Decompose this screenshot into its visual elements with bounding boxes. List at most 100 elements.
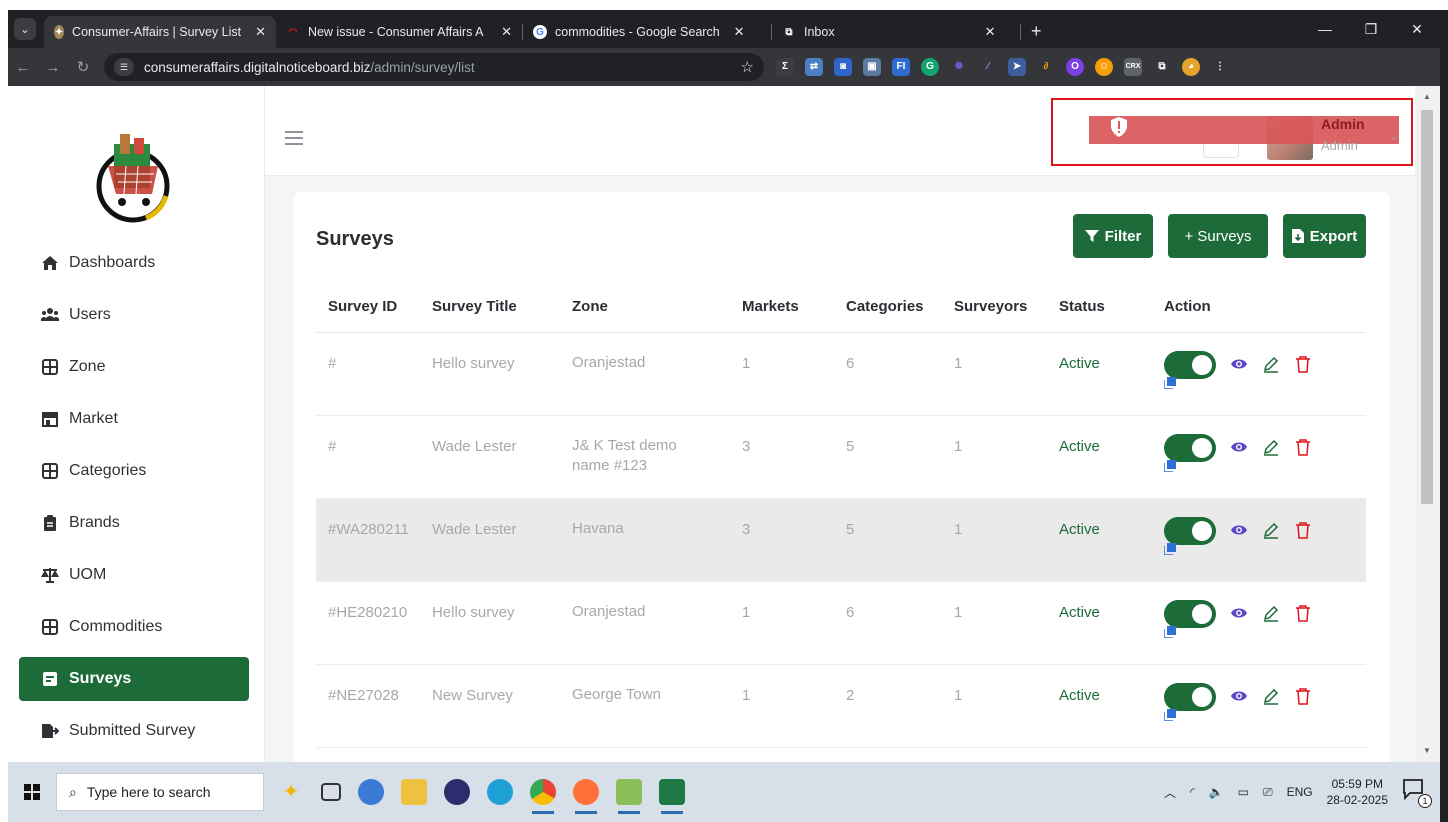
new-tab-icon[interactable]: + xyxy=(1031,21,1042,42)
column-header[interactable]: Survey Title xyxy=(420,282,560,333)
sidebar-item-brands[interactable]: Brands xyxy=(19,501,249,545)
menu-toggle-icon[interactable] xyxy=(285,131,303,149)
taskbar-search-input[interactable]: ⌕ Type here to search xyxy=(56,773,264,811)
edit-pencil-icon[interactable] xyxy=(1262,438,1280,456)
excel-icon[interactable] xyxy=(659,779,685,814)
edge-icon[interactable] xyxy=(487,779,513,805)
delete-trash-icon[interactable] xyxy=(1294,355,1312,373)
sidebar-item-commodities[interactable]: Commodities xyxy=(19,605,249,649)
sidebar-item-surveys[interactable]: Surveys xyxy=(19,657,249,701)
column-header[interactable]: Status xyxy=(1047,282,1152,333)
sidebar-item-zone[interactable]: Zone xyxy=(19,345,249,389)
edit-pencil-icon[interactable] xyxy=(1262,687,1280,705)
scroll-thumb[interactable] xyxy=(1421,110,1433,504)
back-icon[interactable]: ← xyxy=(8,59,38,76)
app-blue-icon[interactable] xyxy=(358,779,384,805)
view-eye-icon[interactable] xyxy=(1230,438,1248,456)
site-info-icon[interactable]: ☰ xyxy=(114,58,134,76)
browser-tab[interactable]: ✦ Consumer-Affairs | Survey List ✕ xyxy=(44,16,276,48)
notification-center-icon[interactable]: 1 xyxy=(1402,778,1432,808)
task-view-icon[interactable] xyxy=(321,783,341,801)
fi-extension-icon[interactable]: FI xyxy=(892,58,910,76)
browser-tab[interactable]: G commodities - Google Search ✕ xyxy=(523,16,771,48)
view-eye-icon[interactable] xyxy=(1230,604,1248,622)
delete-trash-icon[interactable] xyxy=(1294,438,1312,456)
sidebar-item-dashboards[interactable]: Dashboards xyxy=(19,241,249,285)
browser-menu-icon[interactable]: ⋮ xyxy=(1211,58,1229,76)
screen-extension-icon[interactable]: ◙ xyxy=(834,58,852,76)
minimize-icon[interactable]: — xyxy=(1302,21,1348,37)
view-eye-icon[interactable] xyxy=(1230,687,1248,705)
view-eye-icon[interactable] xyxy=(1230,521,1248,539)
column-header[interactable]: Survey ID xyxy=(316,282,420,333)
status-toggle[interactable] xyxy=(1164,599,1216,628)
copy-icon[interactable] xyxy=(1164,459,1176,472)
forward-icon[interactable]: → xyxy=(38,59,68,76)
sidebar-item-market[interactable]: Market xyxy=(19,397,249,441)
eclipse-icon[interactable] xyxy=(444,779,470,805)
view-eye-icon[interactable] xyxy=(1230,355,1248,373)
face-extension-icon[interactable]: ☺ xyxy=(1095,58,1113,76)
restore-icon[interactable]: ❐ xyxy=(1348,21,1394,38)
scroll-up-icon[interactable]: ▲ xyxy=(1423,92,1431,101)
sidebar-item-uom[interactable]: UOM xyxy=(19,553,249,597)
copy-icon[interactable] xyxy=(1164,542,1176,555)
user-name[interactable]: Admin xyxy=(1321,116,1365,132)
sigma-extension-icon[interactable]: Σ xyxy=(776,58,794,76)
windows-start-icon[interactable] xyxy=(8,784,56,800)
column-header[interactable]: Surveyors xyxy=(942,282,1047,333)
sidebar-item-users[interactable]: Users xyxy=(19,293,249,337)
chevron-down-icon[interactable]: ⌄ xyxy=(1389,130,1398,143)
wifi-icon[interactable]: ◜ xyxy=(1190,785,1195,799)
add-survey-button[interactable]: + Surveys xyxy=(1168,214,1268,258)
close-window-icon[interactable]: ✕ xyxy=(1394,21,1440,38)
file-explorer-icon[interactable] xyxy=(401,779,427,805)
copy-icon[interactable] xyxy=(1164,376,1176,389)
edit-pencil-icon[interactable] xyxy=(1262,355,1280,373)
browser-tab[interactable]: ◠ New issue - Consumer Affairs A ✕ xyxy=(276,16,522,48)
translate-extension-icon[interactable]: ⇄ xyxy=(805,58,823,76)
extensions-puzzle-icon[interactable]: ⧉ xyxy=(1153,58,1171,76)
column-header[interactable]: Zone xyxy=(560,282,730,333)
grammarly-extension-icon[interactable]: G xyxy=(921,58,939,76)
chrome-icon[interactable] xyxy=(530,779,556,814)
scroll-down-icon[interactable]: ▼ xyxy=(1423,746,1431,755)
tab-search-button[interactable]: ⌄ xyxy=(14,18,36,40)
copy-icon[interactable] xyxy=(1164,625,1176,638)
status-toggle[interactable] xyxy=(1164,433,1216,462)
edit-pencil-icon[interactable] xyxy=(1262,604,1280,622)
pen-icon[interactable]: ⎚ xyxy=(1263,785,1273,800)
column-header[interactable]: Markets xyxy=(730,282,834,333)
column-header[interactable]: Categories xyxy=(834,282,942,333)
delete-trash-icon[interactable] xyxy=(1294,521,1312,539)
pen-extension-icon[interactable]: ∕ xyxy=(979,58,997,76)
edit-pencil-icon[interactable] xyxy=(1262,521,1280,539)
profile-avatar-icon[interactable]: ◕ xyxy=(1182,58,1200,76)
status-toggle[interactable] xyxy=(1164,350,1216,379)
status-toggle[interactable] xyxy=(1164,516,1216,545)
filter-button[interactable]: Filter xyxy=(1073,214,1153,258)
browser-tab[interactable]: ⧉ Inbox ✕ xyxy=(772,16,1020,48)
tab-close-icon[interactable]: ✕ xyxy=(985,24,996,40)
gear-extension-icon[interactable]: ✺ xyxy=(950,58,968,76)
language-indicator[interactable]: ENG xyxy=(1287,785,1313,799)
page-scrollbar[interactable]: ▲ ▼ xyxy=(1415,86,1440,762)
window-extension-icon[interactable]: ▣ xyxy=(863,58,881,76)
cursor-extension-icon[interactable]: ➤ xyxy=(1008,58,1026,76)
delete-trash-icon[interactable] xyxy=(1294,604,1312,622)
sidebar-item-categories[interactable]: Categories xyxy=(19,449,249,493)
taskbar-clock[interactable]: 05:59 PM 28-02-2025 xyxy=(1327,776,1388,808)
notes-icon[interactable] xyxy=(616,779,642,814)
export-button[interactable]: Export xyxy=(1283,214,1366,258)
loop-extension-icon[interactable]: ∂ xyxy=(1037,58,1055,76)
crx-extension-icon[interactable]: CRX xyxy=(1124,58,1142,76)
status-toggle[interactable] xyxy=(1164,682,1216,711)
sidebar-item-submitted-survey[interactable]: Submitted Survey xyxy=(19,709,249,753)
battery-icon[interactable]: ▭ xyxy=(1238,785,1249,799)
delete-trash-icon[interactable] xyxy=(1294,687,1312,705)
address-bar[interactable]: ☰ consumeraffairs.digitalnoticeboard.biz… xyxy=(104,53,764,81)
tab-close-icon[interactable]: ✕ xyxy=(734,24,745,40)
copy-icon[interactable] xyxy=(1164,708,1176,721)
volume-icon[interactable]: 🔈 xyxy=(1209,785,1224,799)
reload-icon[interactable]: ↻ xyxy=(68,58,98,76)
